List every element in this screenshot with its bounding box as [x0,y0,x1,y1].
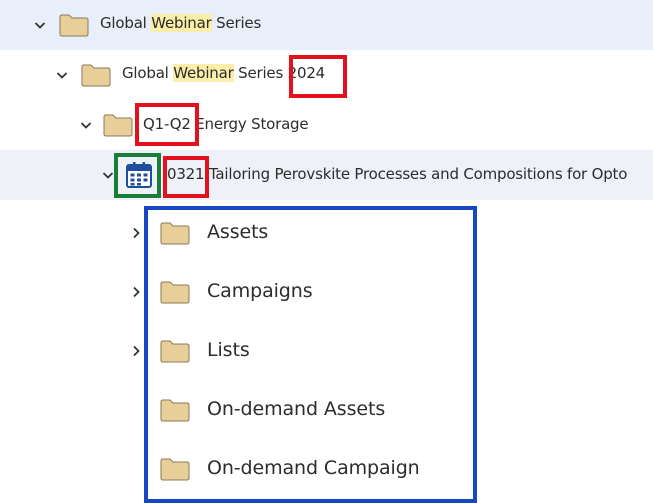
chevron-down-icon[interactable] [102,169,114,181]
event-code: 0321 [167,165,205,183]
folder-icon [160,339,190,363]
quarter-code: Q1-Q2 [143,115,191,133]
tree-item-label: Global Webinar Series [100,14,262,32]
chevron-right-icon[interactable] [130,227,142,239]
tree-item-global-webinar-series[interactable]: Global Webinar Series [0,0,653,50]
tree-item-label: Global Webinar Series 2024 [122,64,326,82]
tree-item-label: On-demand Campaign [207,457,420,479]
calendar-icon [124,160,154,190]
chevron-right-icon[interactable] [130,345,142,357]
folder-icon [81,63,111,87]
folder-icon [160,280,190,304]
tree-item-on-demand-campaign[interactable]: On-demand Campaign [0,441,653,497]
folder-icon [160,221,190,245]
tree-item-global-webinar-series-2024[interactable]: Global Webinar Series 2024 [0,50,653,100]
chevron-right-icon[interactable] [130,286,142,298]
folder-icon [160,398,190,422]
tree-item-on-demand-assets[interactable]: On-demand Assets [0,382,653,438]
chevron-down-icon[interactable] [80,119,92,131]
tree-item-label: 0321 Tailoring Perovskite Processes and … [167,165,628,183]
tree-item-label: Q1-Q2 Energy Storage [143,115,309,133]
folder-icon [59,13,89,37]
tree-item-assets[interactable]: Assets [0,205,653,261]
tree-item-lists[interactable]: Lists [0,323,653,379]
tree-item-event-0321[interactable]: 0321 Tailoring Perovskite Processes and … [0,150,653,200]
folder-icon [103,113,133,137]
tree-item-label: On-demand Assets [207,398,386,420]
year-label: 2024 [283,64,326,82]
chevron-down-icon[interactable] [56,69,68,81]
tree-item-label: Campaigns [207,280,313,302]
chevron-down-icon[interactable] [34,19,46,31]
tree-item-label: Assets [207,221,269,243]
folder-icon [160,457,190,481]
tree-item-campaigns[interactable]: Campaigns [0,264,653,320]
tree-item-q1-q2-energy-storage[interactable]: Q1-Q2 Energy Storage [0,100,653,150]
tree-item-label: Lists [207,339,250,361]
